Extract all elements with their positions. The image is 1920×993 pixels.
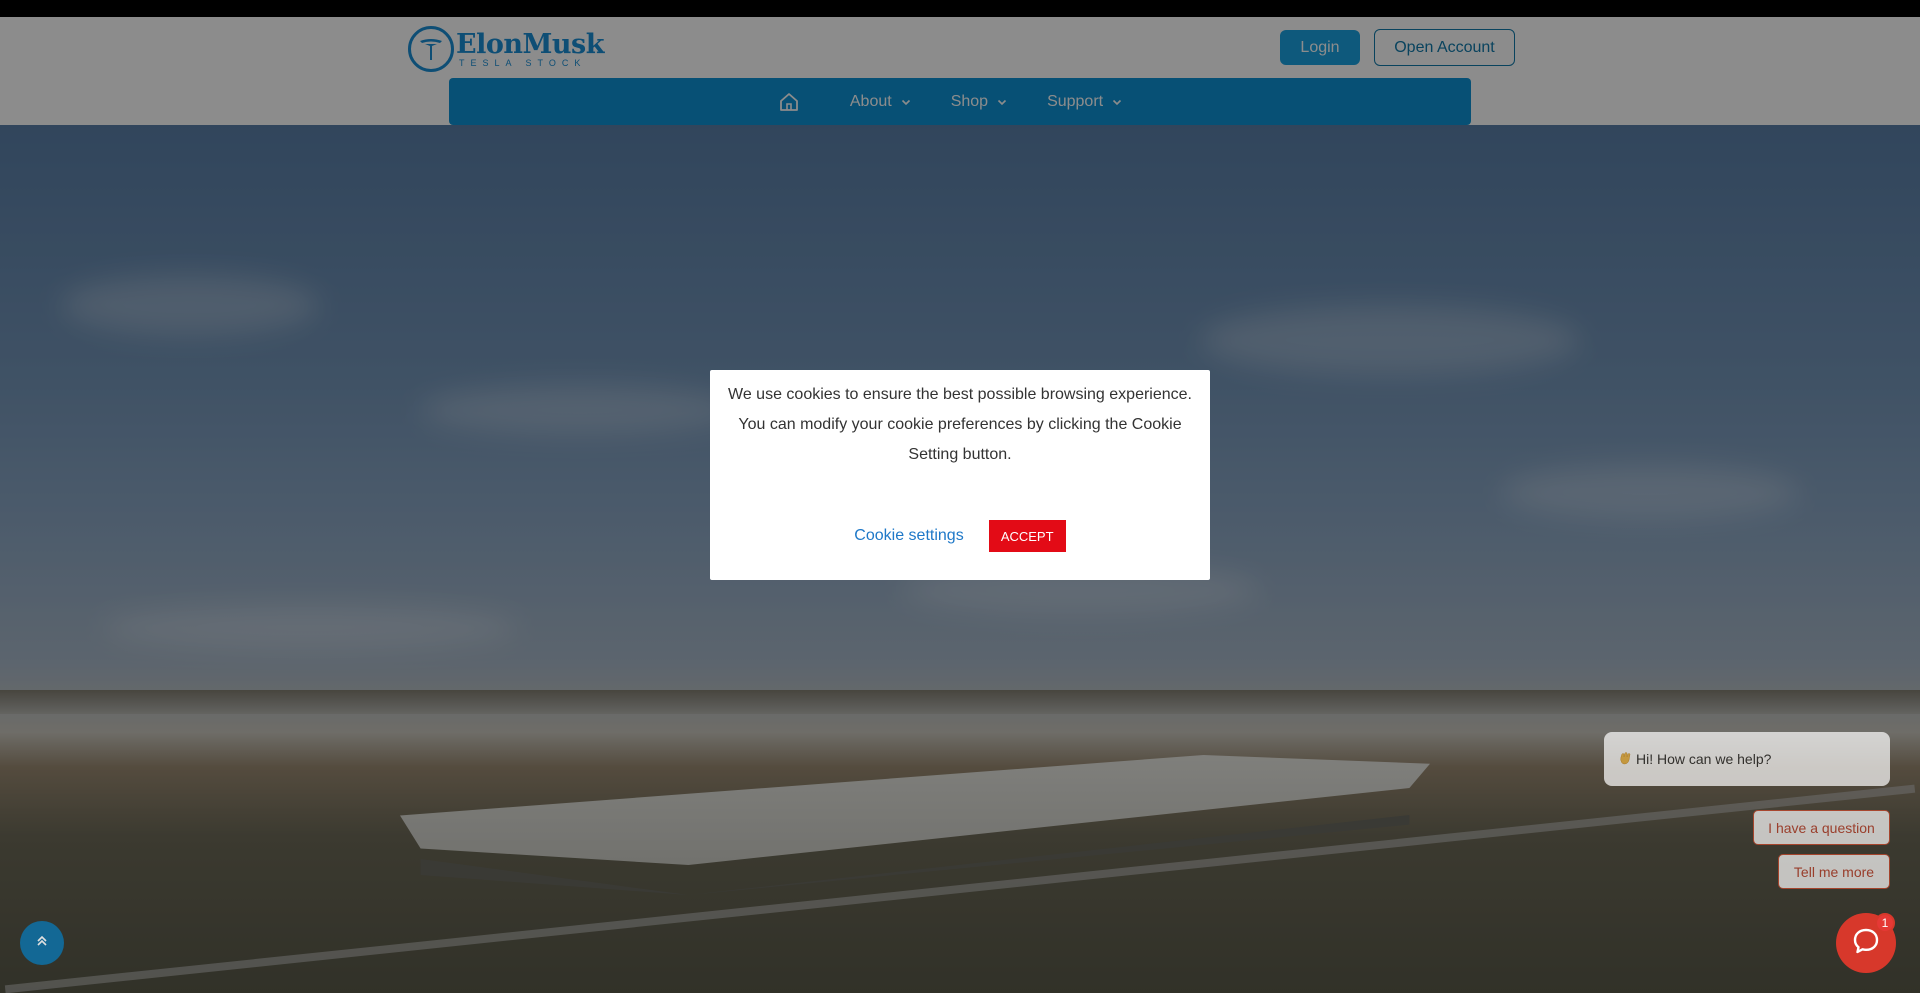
chat-icon [1851, 926, 1881, 961]
chat-greeting-text: Hi! How can we help? [1636, 751, 1772, 767]
accept-cookies-button[interactable]: ACCEPT [988, 520, 1066, 552]
top-strip [0, 0, 1920, 17]
chat-unread-badge: 1 [1875, 913, 1895, 933]
scroll-to-top-button[interactable] [20, 921, 64, 965]
double-chevron-up-icon [35, 934, 49, 953]
cookie-message: We use cookies to ensure the best possib… [728, 386, 1192, 463]
chat-option-tell-more[interactable]: Tell me more [1778, 854, 1890, 889]
cookie-settings-link[interactable]: Cookie settings [854, 527, 963, 545]
chat-greeting[interactable]: Hi! How can we help? [1604, 732, 1890, 786]
waving-hand-icon [1618, 751, 1632, 768]
cookie-consent-dialog: We use cookies to ensure the best possib… [710, 370, 1210, 580]
chat-option-question[interactable]: I have a question [1753, 810, 1890, 845]
